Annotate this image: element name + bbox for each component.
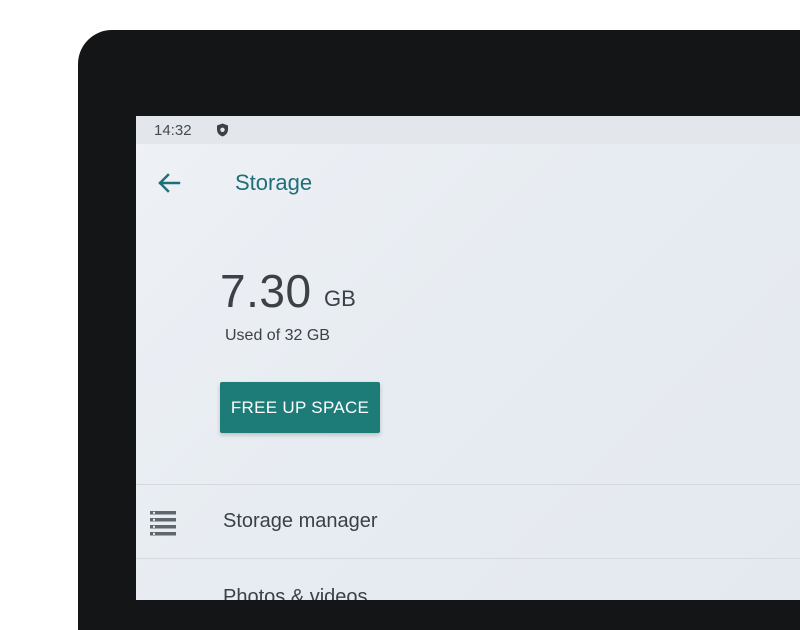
page-title: Storage (235, 170, 313, 195)
storage-manager-icon (150, 510, 178, 536)
divider (136, 558, 800, 559)
list-item-label: Photos & videos (223, 586, 368, 600)
list-item-photos-videos[interactable]: Photos & videos (136, 560, 800, 600)
photos-icon (150, 596, 178, 600)
device-screen: 14:32 Storage 7.30 GB Used of 32 GB FREE… (136, 116, 800, 600)
free-up-space-button[interactable]: FREE UP SPACE (220, 382, 380, 433)
storage-used-unit: GB (324, 286, 356, 311)
arrow-left-icon[interactable] (156, 168, 182, 198)
status-time: 14:32 (154, 122, 192, 139)
storage-total-text: Used of 32 GB (225, 327, 330, 344)
list-item-label: Storage manager (223, 510, 378, 532)
status-bar: 14:32 (136, 116, 800, 144)
list-item-storage-manager[interactable]: Storage manager (136, 486, 800, 558)
storage-used-value: 7.30 (220, 265, 312, 317)
shield-icon (216, 123, 229, 137)
divider (136, 484, 800, 485)
